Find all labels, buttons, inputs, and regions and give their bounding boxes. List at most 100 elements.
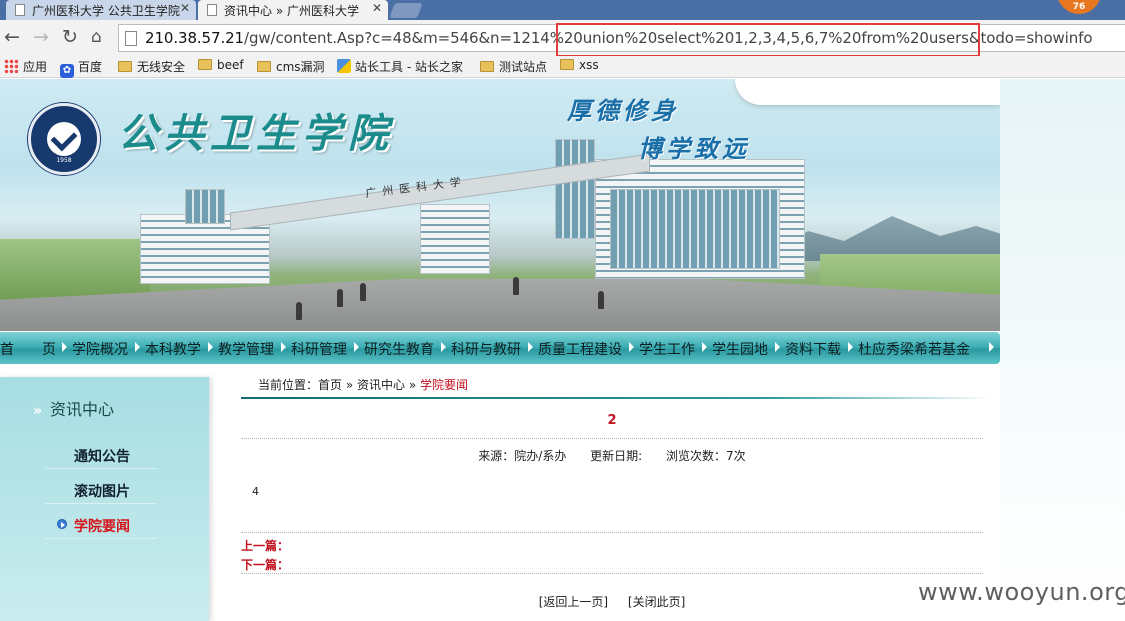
banner-building-glass [610,189,780,269]
wooyun-watermark: www.wooyun.org [918,578,1125,606]
nav-separator-icon [629,342,634,352]
dotted-divider [241,532,983,533]
bookmark-apps[interactable]: 应用 [4,58,47,75]
nav-item-quality[interactable]: 质量工程建设 [538,339,622,359]
folder-icon [198,59,212,70]
nav-separator-icon [528,342,533,352]
university-logo[interactable]: 1958 [28,103,100,175]
nav-item-graduate[interactable]: 研究生教育 [364,339,434,359]
nav-separator-icon [848,342,853,352]
article-title: 2 [607,413,617,428]
browser-tab-strip: 广州医科大学 公共卫生学院 ✕ 资讯中心 » 广州医科大学 ✕ 76 [0,0,1125,20]
home-icon[interactable]: ⌂ [91,26,102,48]
sidebar-item-college-news[interactable]: 学院要闻 [45,513,157,539]
breadcrumb-current[interactable]: 学院要闻 [420,378,468,392]
nav-item-research-teaching[interactable]: 科研与教研 [451,339,521,359]
nav-item-teaching-admin[interactable]: 教学管理 [218,339,274,359]
nav-item-home[interactable]: 首 页 [0,339,56,359]
folder-icon [560,59,574,70]
motto-line-1: 厚德修身 [567,96,679,125]
bookmark-folder[interactable]: beef [198,58,244,72]
sql-injection-highlight-box [556,23,980,57]
breadcrumb-prefix: 当前位置： [258,378,319,392]
sidebar-item-rolling-pictures[interactable]: 滚动图片 [45,478,157,504]
bookmark-folder[interactable]: 测试站点 [480,58,547,75]
browser-tab-active[interactable]: 资讯中心 » 广州医科大学 ✕ [198,0,388,20]
banner-figure [296,302,302,320]
banner-building [185,189,225,224]
banner-building [420,204,490,274]
banner-figure [598,291,604,309]
bookmark-folder[interactable]: 无线安全 [118,58,185,75]
breadcrumb-separator: » [342,378,358,392]
nav-separator-icon [702,342,707,352]
bookmark-folder[interactable]: xss [560,58,599,72]
nav-separator-icon [989,342,994,352]
bookmark-label: 无线安全 [137,60,186,74]
bookmark-label: 百度 [78,60,103,74]
web-page: 广州医科大学 1958 公共卫生学院 厚德修身 博学致远 首 页 学院概况 本科… [0,79,1125,621]
bookmarks-bar: 应用 ✿ 百度 无线安全 beef cms漏洞 站长工具 - 站长之家 测试站点 … [0,56,1125,78]
dotted-divider [241,573,983,574]
breadcrumb-section-link[interactable]: 资讯中心 [357,378,405,392]
url-host: 210.38.57.21 [145,29,244,47]
banner-tower [555,139,595,239]
folder-icon [480,61,494,72]
next-article-link[interactable]: 下一篇： [241,556,289,573]
content-divider [241,397,993,399]
article-views: 浏览次数：7次 [666,449,746,463]
page-background [1000,79,1125,621]
bookmark-folder[interactable]: cms漏洞 [257,58,325,75]
extension-badge[interactable]: 76 [1057,0,1101,14]
banner-figure [337,289,343,307]
bookmark-label: 站长工具 - 站长之家 [355,60,463,74]
header-banner: 广州医科大学 1958 公共卫生学院 厚德修身 博学致远 [0,79,1000,331]
tab-title: 资讯中心 » 广州医科大学 [224,4,359,18]
arrow-bullet-icon [57,519,67,529]
breadcrumb-separator: » [405,378,421,392]
back-arrow-icon[interactable]: ← [4,26,20,48]
nav-item-undergraduate[interactable]: 本科教学 [145,339,201,359]
folder-icon [257,61,271,72]
article-source: 来源：院办/系办 [478,449,567,463]
close-page-link[interactable]: [关闭此页] [628,595,685,609]
bookmark-label: xss [579,58,599,72]
back-link[interactable]: [返回上一页] [539,595,608,609]
nav-separator-icon [208,342,213,352]
bookmark-chinaz[interactable]: 站长工具 - 站长之家 [337,58,463,75]
page-icon [15,4,25,16]
nav-item-about[interactable]: 学院概况 [72,339,128,359]
logo-year: 1958 [56,157,72,164]
reload-icon[interactable]: ↻ [62,26,78,48]
article-body: 4 [252,485,259,498]
folder-icon [118,61,132,72]
apps-icon [4,59,18,73]
banner-top-strip [735,79,1000,105]
nav-item-research-admin[interactable]: 科研管理 [291,339,347,359]
close-icon[interactable]: ✕ [372,1,382,15]
sidebar-title-text: 资讯中心 [50,400,115,419]
tab-title: 广州医科大学 公共卫生学院 [32,4,180,18]
nav-separator-icon [281,342,286,352]
nav-separator-icon [135,342,140,352]
article-updated: 更新日期: [590,449,643,463]
breadcrumb-home-link[interactable]: 首页 [318,378,342,392]
nav-item-student-affairs[interactable]: 学生工作 [639,339,695,359]
close-icon[interactable]: ✕ [180,1,190,15]
sidebar-item-label: 通知公告 [74,449,130,465]
double-chevron-icon: » [33,403,43,419]
dotted-divider [241,438,983,439]
sidebar-item-notices[interactable]: 通知公告 [45,443,157,469]
nav-item-fund[interactable]: 杜应秀梁希若基金 [858,339,970,359]
bookmark-label: beef [217,58,244,72]
nav-item-downloads[interactable]: 资料下载 [785,339,841,359]
new-tab-button[interactable] [389,3,423,18]
previous-article-link[interactable]: 上一篇： [241,537,289,554]
nav-item-student-garden[interactable]: 学生园地 [712,339,768,359]
bookmark-baidu[interactable]: ✿ 百度 [60,58,102,78]
sidebar-title: » 资讯中心 [33,396,114,420]
chinaz-icon [337,59,351,73]
browser-tab[interactable]: 广州医科大学 公共卫生学院 ✕ [6,0,196,20]
page-icon [125,31,137,46]
forward-arrow-icon[interactable]: → [33,26,49,48]
